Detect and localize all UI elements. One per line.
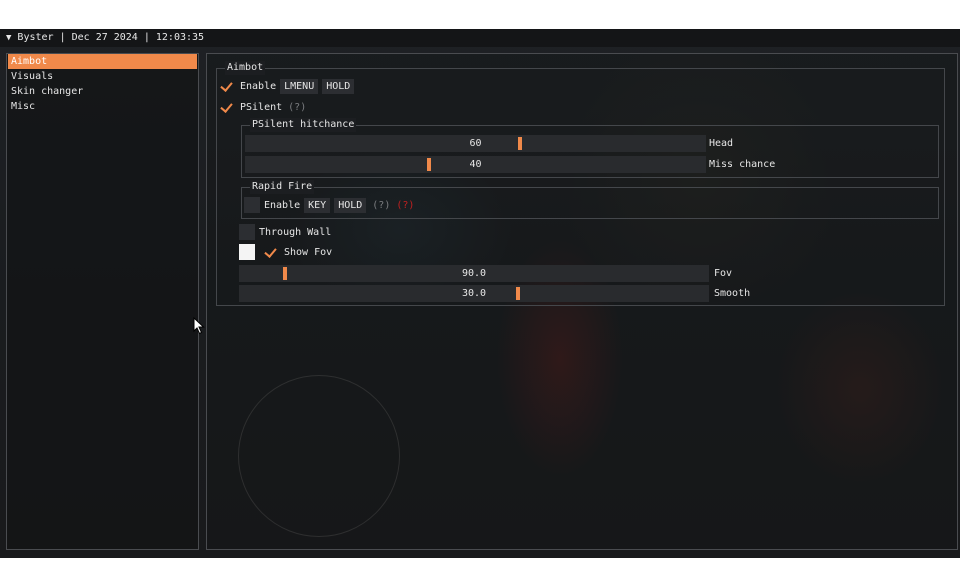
checkmark-icon [220, 79, 233, 92]
aimbot-mode-button[interactable]: HOLD [322, 78, 355, 94]
through-wall-checkbox[interactable] [239, 224, 255, 240]
fov-label: Fov [714, 268, 733, 279]
smooth-slider-grab[interactable] [516, 287, 520, 300]
head-label: Head [709, 138, 734, 149]
head-slider-grab[interactable] [518, 137, 522, 150]
fov-circle-overlay [238, 375, 400, 537]
psilent-hitchance-title: PSilent hitchance [250, 118, 357, 132]
rapid-fire-enable-checkbox[interactable] [244, 197, 260, 213]
sidebar-item-skin-changer[interactable]: Skin changer [8, 84, 197, 99]
checkmark-icon [220, 100, 233, 113]
head-value: 60 [469, 138, 482, 149]
through-wall-label: Through Wall [259, 226, 332, 238]
sidebar-item-misc[interactable]: Misc [8, 99, 197, 114]
show-fov-label: Show Fov [284, 246, 333, 258]
rapid-fire-enable-label: Enable [264, 199, 301, 211]
window-titlebar[interactable]: ▼ Byster | Dec 27 2024 | 12:03:35 [0, 29, 960, 47]
head-slider[interactable]: 60 [245, 135, 706, 152]
psilent-checkbox[interactable] [220, 99, 236, 115]
miss-chance-slider[interactable]: 40 [245, 156, 706, 173]
collapse-arrow-icon[interactable]: ▼ [6, 33, 11, 43]
aimbot-group: Aimbot Enable LMENU HOLD PSilent (?) PSi… [216, 61, 945, 306]
sidebar: Aimbot Visuals Skin changer Misc [6, 53, 199, 550]
rapid-fire-key-button[interactable]: KEY [304, 197, 331, 213]
psilent-help-icon[interactable]: (?) [288, 102, 306, 113]
fov-slider[interactable]: 90.0 [239, 265, 709, 282]
psilent-row: PSilent (?) [220, 99, 306, 115]
checkmark-icon [264, 245, 277, 258]
smooth-label: Smooth [714, 288, 751, 299]
miss-chance-slider-grab[interactable] [427, 158, 431, 171]
psilent-hitchance-group: PSilent hitchance 60 Head 40 Miss chance [241, 118, 939, 178]
rapid-fire-warning-icon[interactable]: (?) [396, 200, 414, 211]
through-wall-row: Through Wall [239, 224, 331, 240]
aimbot-enable-row: Enable LMENU HOLD [220, 78, 355, 94]
window-title: Byster | Dec 27 2024 | 12:03:35 [17, 32, 205, 43]
psilent-label: PSilent [240, 101, 283, 113]
main-window: ▼ Byster | Dec 27 2024 | 12:03:35 Aimbot … [0, 29, 960, 558]
rapid-fire-help-icon[interactable]: (?) [372, 200, 390, 211]
show-fov-checkbox[interactable] [264, 244, 280, 260]
smooth-value: 30.0 [461, 288, 487, 299]
sidebar-item-aimbot[interactable]: Aimbot [8, 54, 197, 69]
aimbot-enable-label: Enable [240, 80, 277, 92]
aimbot-key-button[interactable]: LMENU [280, 78, 319, 94]
rapid-fire-group: Rapid Fire Enable KEY HOLD (?) (?) [241, 180, 939, 219]
miss-chance-value: 40 [469, 159, 482, 170]
mouse-cursor-icon [193, 317, 205, 335]
miss-chance-label: Miss chance [709, 159, 776, 170]
smooth-slider[interactable]: 30.0 [239, 285, 709, 302]
aimbot-enable-checkbox[interactable] [220, 78, 236, 94]
show-fov-row: Show Fov [239, 244, 332, 260]
rapid-fire-mode-button[interactable]: HOLD [334, 197, 367, 213]
fov-value: 90.0 [461, 268, 487, 279]
aimbot-group-title: Aimbot [225, 61, 266, 75]
rapid-fire-enable-row: Enable KEY HOLD (?) (?) [244, 197, 414, 213]
rapid-fire-title: Rapid Fire [250, 180, 315, 194]
fov-color-swatch[interactable] [239, 244, 255, 260]
fov-slider-grab[interactable] [283, 267, 287, 280]
sidebar-item-visuals[interactable]: Visuals [8, 69, 197, 84]
